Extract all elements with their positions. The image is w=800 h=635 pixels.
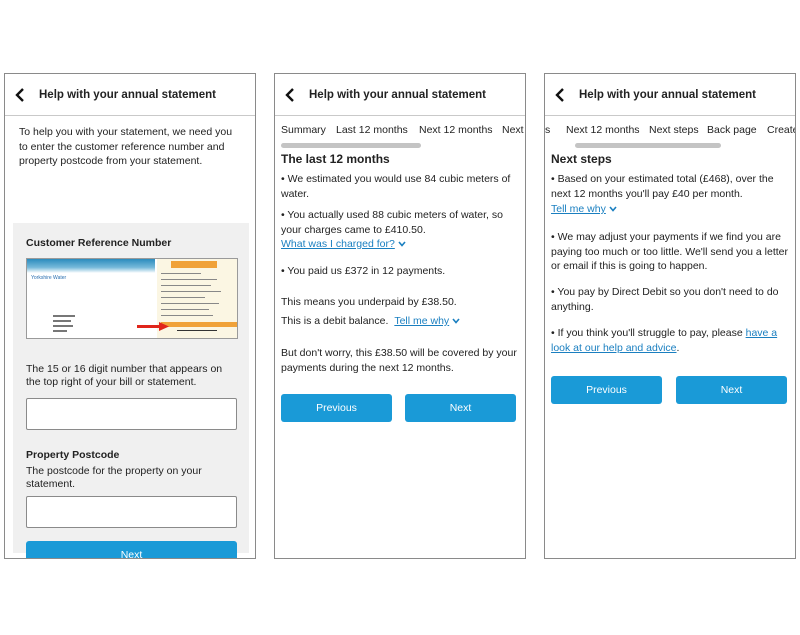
bill-address-line [53,330,67,332]
sample-bill-image: Yorkshire Water [26,258,238,339]
back-arrow-icon[interactable] [285,87,299,103]
screen-customer-details: Help with your annual statement To help … [4,73,256,559]
debit-balance-text: This is a debit balance. [281,315,389,327]
next-button[interactable]: Next [405,394,516,422]
bill-banner [27,259,155,273]
tell-me-why-link[interactable]: Tell me why [394,315,449,327]
charged-for-link-row: What was I charged for? [281,237,519,252]
back-arrow-icon[interactable] [555,87,569,103]
reference-number-input[interactable] [26,398,237,430]
tab-next-steps[interactable]: Next [502,124,524,136]
paragraph: • We may adjust your payments if we find… [551,231,789,272]
tab-bar: s Next 12 months Next steps Back page Cr… [545,116,795,142]
tab-summary[interactable]: Summary [281,124,326,136]
bill-details-column [157,259,237,338]
page-title: Help with your annual statement [309,88,486,101]
next-button[interactable]: Next [26,541,237,558]
help-advice-paragraph: • If you think you'll struggle to pay, p… [551,326,789,355]
red-arrow-icon [137,322,169,331]
tab-bar: Summary Last 12 months Next 12 months Ne… [275,116,525,142]
postcode-label: Property Postcode [26,449,120,461]
section-title: The last 12 months [281,152,390,166]
tell-me-why-row: Tell me why [551,202,789,217]
next-button[interactable]: Next [676,376,787,404]
scrollbar-thumb[interactable] [575,143,721,148]
reference-help-text: The 15 or 16 digit number that appears o… [26,363,223,388]
bill-address-line [53,320,71,322]
bill-text-line [161,279,217,280]
bill-text-line [161,315,213,316]
chevron-down-icon [398,241,406,247]
bill-address-line [53,325,73,327]
intro-text: To help you with your statement, we need… [19,126,233,167]
paragraph: • You pay by Direct Debit so you don't n… [551,286,779,313]
postcode-help-text: The postcode for the property on your st… [26,465,202,490]
scrollbar-thumb[interactable] [281,143,421,148]
chevron-down-icon [609,206,617,212]
help-advice-text: • If you think you'll struggle to pay, p… [551,327,743,339]
bill-logo: Yorkshire Water [31,275,67,281]
postcode-input[interactable] [26,496,237,528]
paragraph: • Based on your estimated total (£468), … [551,173,774,200]
page-title: Help with your annual statement [39,88,216,101]
tab-partial[interactable]: s [545,124,550,136]
reference-label: Customer Reference Number [26,237,172,249]
tab-back-page[interactable]: Back page [707,124,757,136]
screen-next-steps: Help with your annual statement s Next 1… [544,73,796,559]
paragraph: • You actually used 88 cubic meters of w… [281,209,503,236]
back-arrow-icon[interactable] [15,87,29,103]
paragraph: • We estimated you would use 84 cubic me… [281,173,511,200]
chevron-down-icon [452,318,460,324]
bill-header-tag [171,261,217,268]
tab-last-12-months[interactable]: Last 12 months [336,124,408,136]
paragraph: This means you underpaid by £38.50. [281,296,457,308]
section-title: Next steps [551,152,612,166]
tab-next-steps[interactable]: Next steps [649,124,699,136]
previous-button[interactable]: Previous [281,394,392,422]
sentence-end: . [676,341,680,354]
tab-next-12-months[interactable]: Next 12 months [419,124,493,136]
tab-scrollbar[interactable] [275,143,525,148]
paragraph: • You paid us £372 in 12 payments. [281,265,446,277]
bill-text-line [161,303,219,304]
header-bar: Help with your annual statement [545,74,795,116]
form-panel: Customer Reference Number Yorkshire Wate… [13,223,249,558]
tab-next-12-months[interactable]: Next 12 months [566,124,640,136]
header-bar: Help with your annual statement [275,74,525,116]
page-title: Help with your annual statement [579,88,756,101]
screen-last-12-months: Help with your annual statement Summary … [274,73,526,559]
bill-text-line [161,297,205,298]
bill-address-line [53,315,75,317]
bill-text-line [161,309,209,310]
bill-highlight-bar [161,322,237,327]
charged-for-link[interactable]: What was I charged for? [281,238,395,250]
header-bar: Help with your annual statement [5,74,255,116]
tab-create[interactable]: Create [767,124,795,136]
debit-balance-row: This is a debit balance. Tell me why [281,314,519,329]
tab-scrollbar[interactable] [545,143,795,148]
bill-text-line [161,273,201,274]
previous-button[interactable]: Previous [551,376,662,404]
bill-reference-number [177,330,217,331]
bill-text-line [161,291,221,292]
bill-text-line [161,285,211,286]
paragraph: But don't worry, this £38.50 will be cov… [281,347,517,374]
tell-me-why-link[interactable]: Tell me why [551,203,606,215]
